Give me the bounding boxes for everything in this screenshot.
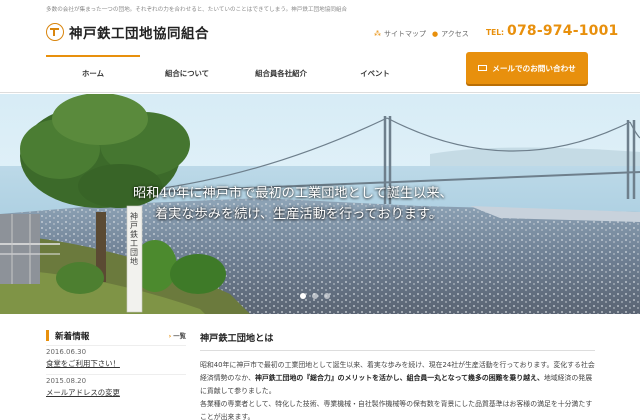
site-tagline: 多数の会社が集まった一つの団地。それぞれの力を合わせると、たいていのことはできて… xyxy=(46,7,348,13)
shrub xyxy=(56,262,104,294)
hero-caption-line2: 着実な歩みを続け、生産活動を行っております。 xyxy=(155,207,443,222)
shrub xyxy=(170,254,226,294)
nav-item-members[interactable]: 組合員各社紹介 xyxy=(234,55,328,92)
about-title: 神戸鉄工団地とは xyxy=(200,330,595,351)
nav-item-events[interactable]: イベント xyxy=(328,55,422,92)
contact-button-label: メールでのお問い合わせ xyxy=(492,63,576,73)
sitemap-label: サイトマップ xyxy=(384,30,426,38)
access-link[interactable]: ● アクセス xyxy=(432,29,469,39)
news-list-link[interactable]: 一覧 xyxy=(169,331,186,340)
mail-contact-button[interactable]: メールでのお問い合わせ xyxy=(466,52,588,84)
news-link[interactable]: 食堂をご利用下さい！ xyxy=(46,358,186,369)
about-paragraph: 昭和40年に神戸市で最初の工業団地として誕生以来、着実な歩みを続け、現在24社が… xyxy=(200,359,595,398)
slider-dot[interactable] xyxy=(324,293,330,299)
mail-icon xyxy=(478,65,488,71)
news-item: 2015.08.20 メールアドレスの変更 xyxy=(46,374,186,398)
slider-dot[interactable] xyxy=(300,293,306,299)
hero-caption: 昭和40年に神戸市で最初の工業団地として誕生以来、 着実な歩みを続け、生産活動を… xyxy=(133,183,453,225)
nav-divider xyxy=(0,92,640,93)
nav-item-about[interactable]: 組合について xyxy=(140,55,234,92)
news-title: 新着情報 xyxy=(55,331,90,342)
news-date: 2016.06.30 xyxy=(46,345,186,358)
slider-dot[interactable] xyxy=(312,293,318,299)
sitemap-icon: ⁂ xyxy=(374,30,381,38)
hero-slider: 神戸鉄工団地 昭和40年に神戸市で最初の工業団地として誕生以来、 着実な歩みを続… xyxy=(0,94,640,314)
about-section: 神戸鉄工団地とは 昭和40年に神戸市で最初の工業団地として誕生以来、着実な歩みを… xyxy=(200,330,595,420)
sitemap-link[interactable]: ⁂ サイトマップ xyxy=(374,29,426,39)
about-paragraph: 各業種の専業者として、特化した技術、専業機械・自社製作機械等の保有数を背景にした… xyxy=(200,400,593,420)
logo-text: 神戸鉄工団地協同組合 xyxy=(69,26,209,42)
map-pin-icon: ● xyxy=(432,30,439,38)
phone-number[interactable]: TEL: 078-974-1001 xyxy=(486,23,618,39)
news-date: 2015.08.20 xyxy=(46,374,186,387)
slider-dots xyxy=(300,293,336,299)
nav-item-home[interactable]: ホーム xyxy=(46,55,140,92)
news-section: 新着情報 一覧 2016.06.30 食堂をご利用下さい！ 2015.08.20… xyxy=(46,330,186,403)
tel-label: TEL: xyxy=(486,28,505,37)
access-label: アクセス xyxy=(441,30,469,38)
news-item: 2016.06.30 食堂をご利用下さい！ xyxy=(46,345,186,369)
about-highlight: 神戸鉄工団地の『総合力』のメリットを活かし、組合員一丸となって幾多の困難を乗り越… xyxy=(255,374,544,382)
news-header: 新着情報 一覧 xyxy=(46,330,186,342)
tel-number: 078-974-1001 xyxy=(507,23,619,39)
logo-mark-icon xyxy=(46,23,64,41)
site-logo[interactable]: 神戸鉄工団地協同組合 xyxy=(46,22,209,42)
news-link[interactable]: メールアドレスの変更 xyxy=(46,387,186,398)
main-nav: ホーム 組合について 組合員各社紹介 イベント xyxy=(46,55,422,92)
hero-caption-line1: 昭和40年に神戸市で最初の工業団地として誕生以来、 xyxy=(133,186,453,201)
